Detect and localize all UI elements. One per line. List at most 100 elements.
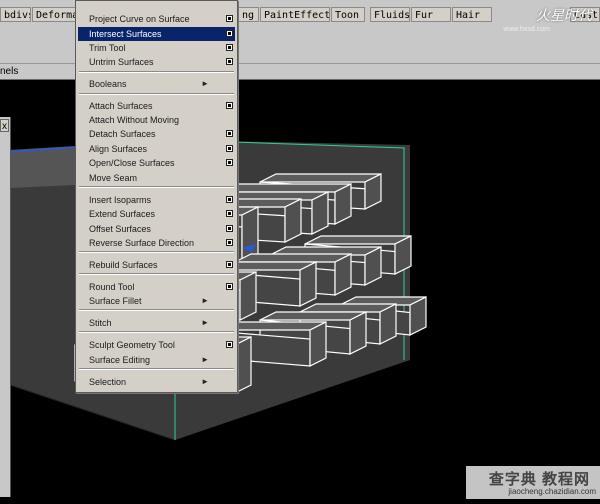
bar-end-face bbox=[239, 271, 257, 321]
bar-top-face bbox=[259, 173, 382, 183]
menu-item-detach-surfaces[interactable]: Detach Surfaces bbox=[78, 127, 235, 141]
menu-item-attach-surfaces[interactable]: Attach Surfaces bbox=[78, 99, 235, 113]
menu-item-label: Intersect Surfaces bbox=[89, 29, 162, 39]
menu-item-label: Open/Close Surfaces bbox=[89, 158, 175, 168]
menu-separator bbox=[79, 309, 234, 311]
shelf-tab-painteffects[interactable]: PaintEffects bbox=[260, 7, 330, 22]
option-box-icon[interactable] bbox=[226, 44, 233, 51]
option-box-icon[interactable] bbox=[226, 225, 233, 232]
option-box-icon[interactable] bbox=[226, 196, 233, 203]
menu-item-label: Attach Surfaces bbox=[89, 101, 153, 111]
menu-item-move-seam[interactable]: Move Seam bbox=[78, 171, 235, 185]
bar-end-face bbox=[299, 261, 317, 307]
menu-item-surface-editing[interactable]: Surface Editing ► bbox=[78, 353, 235, 367]
submenu-arrow-icon: ► bbox=[201, 377, 209, 386]
option-box-icon[interactable] bbox=[226, 15, 233, 22]
menu-item-sculpt-geometry-tool[interactable]: Sculpt Geometry Tool bbox=[78, 338, 235, 352]
menu-item-label: Trim Tool bbox=[89, 43, 126, 53]
watermark-logo: 火星时代 bbox=[536, 8, 592, 24]
panels-menu[interactable]: nels bbox=[0, 66, 18, 77]
menu-item-open-close-surfaces[interactable]: Open/Close Surfaces bbox=[78, 156, 235, 170]
menu-separator bbox=[79, 331, 234, 333]
menu-item-label: Round Tool bbox=[89, 282, 135, 292]
bar-end-face bbox=[349, 311, 367, 355]
shelf-tab-rendering[interactable]: ng bbox=[238, 7, 259, 22]
menu-item-label: Surface Fillet bbox=[89, 296, 142, 306]
menu-item-attach-without-moving[interactable]: Attach Without Moving bbox=[78, 113, 235, 127]
close-button[interactable]: x bbox=[0, 119, 9, 132]
shelf-tab-toon[interactable]: Toon bbox=[331, 7, 365, 22]
submenu-arrow-icon: ► bbox=[201, 296, 209, 305]
menu-item-label: Booleans bbox=[89, 79, 127, 89]
menu-item-offset-surfaces[interactable]: Offset Surfaces bbox=[78, 222, 235, 236]
menu-item-stitch[interactable]: Stitch ► bbox=[78, 316, 235, 330]
menu-separator bbox=[79, 186, 234, 188]
option-box-icon[interactable] bbox=[226, 30, 233, 37]
shelf-tab-hair[interactable]: Hair bbox=[452, 7, 492, 22]
shelf-tab-deformation[interactable]: Deformat bbox=[32, 7, 76, 22]
menu-separator bbox=[79, 273, 234, 275]
shelf-tab-subdivs[interactable]: bdivs bbox=[0, 7, 31, 22]
option-box-icon[interactable] bbox=[226, 341, 233, 348]
option-box-icon[interactable] bbox=[226, 239, 233, 246]
watermark-footer-url: jiaocheng.chazidian.com bbox=[508, 487, 596, 496]
menu-item-reverse-surface-direction[interactable]: Reverse Surface Direction bbox=[78, 236, 235, 250]
menu-item-round-tool[interactable]: Round Tool bbox=[78, 280, 235, 294]
option-box-icon[interactable] bbox=[226, 261, 233, 268]
watermark-url: www.hxsd.com bbox=[503, 26, 550, 33]
menu-item-extend-surfaces[interactable]: Extend Surfaces bbox=[78, 207, 235, 221]
shelf-tab-fur[interactable]: Fur bbox=[411, 7, 451, 22]
menu-separator bbox=[79, 71, 234, 73]
option-box-icon[interactable] bbox=[226, 283, 233, 290]
menu-item-surface-fillet[interactable]: Surface Fillet ► bbox=[78, 294, 235, 308]
menu-item-label: Insert Isoparms bbox=[89, 195, 152, 205]
menu-item-booleans[interactable]: Booleans ► bbox=[78, 77, 235, 91]
menu-item-label: Attach Without Moving bbox=[89, 115, 180, 125]
bar-end-face bbox=[284, 198, 302, 243]
bar-top-face bbox=[234, 253, 352, 263]
menu-item-label: Sculpt Geometry Tool bbox=[89, 340, 175, 350]
menu-item-label: Move Seam bbox=[89, 173, 138, 183]
menu-item-label: Project Curve on Surface bbox=[89, 14, 190, 24]
menu-item-label: Extend Surfaces bbox=[89, 209, 156, 219]
submenu-arrow-icon: ► bbox=[201, 355, 209, 364]
option-box-icon[interactable] bbox=[226, 58, 233, 65]
menu-item-intersect-surfaces[interactable]: Intersect Surfaces bbox=[78, 27, 235, 41]
bar-end-face bbox=[311, 191, 329, 235]
option-box-icon[interactable] bbox=[226, 159, 233, 166]
menu-item-label: Surface Editing bbox=[89, 355, 151, 365]
menu-item-label: Reverse Surface Direction bbox=[89, 238, 195, 248]
submenu-arrow-icon: ► bbox=[201, 318, 209, 327]
menu-item-selection[interactable]: Selection ► bbox=[78, 375, 235, 389]
menu-item-label: Detach Surfaces bbox=[89, 129, 156, 139]
option-box-icon[interactable] bbox=[226, 210, 233, 217]
option-box-icon[interactable] bbox=[226, 130, 233, 137]
option-box-icon[interactable] bbox=[226, 145, 233, 152]
menu-item-rebuild-surfaces[interactable]: Rebuild Surfaces bbox=[78, 258, 235, 272]
option-box-icon[interactable] bbox=[226, 102, 233, 109]
bar-top-face bbox=[304, 235, 412, 245]
watermark-footer: 查字典 教程网 jiaocheng.chazidian.com bbox=[466, 466, 600, 499]
bar-end-face bbox=[334, 253, 352, 296]
menu-item-trim-tool[interactable]: Trim Tool bbox=[78, 41, 235, 55]
submenu-arrow-icon: ► bbox=[201, 79, 209, 88]
menu-separator bbox=[79, 251, 234, 253]
shelf-tab-fluids[interactable]: Fluids bbox=[370, 7, 410, 22]
menu-item-insert-isoparms[interactable]: Insert Isoparms bbox=[78, 193, 235, 207]
menu-separator bbox=[79, 93, 234, 95]
bar-top-face bbox=[259, 311, 367, 321]
menu-item-label: Untrim Surfaces bbox=[89, 57, 154, 67]
menu-item-untrim-surfaces[interactable]: Untrim Surfaces bbox=[78, 55, 235, 69]
edit-nurbs-menu: Project Curve on Surface Intersect Surfac… bbox=[75, 0, 238, 393]
bar-end-face bbox=[309, 321, 327, 367]
menu-item-project-curve-on-surface[interactable]: Project Curve on Surface bbox=[78, 12, 235, 26]
menu-item-label: Align Surfaces bbox=[89, 144, 148, 154]
menu-item-align-surfaces[interactable]: Align Surfaces bbox=[78, 142, 235, 156]
menu-separator bbox=[79, 368, 234, 370]
side-panel-edge bbox=[0, 117, 11, 497]
menu-item-label: Selection bbox=[89, 377, 127, 387]
menu-item-label: Rebuild Surfaces bbox=[89, 260, 158, 270]
menu-item-label: Offset Surfaces bbox=[89, 224, 151, 234]
watermark-footer-title: 查字典 教程网 bbox=[488, 471, 590, 488]
menu-item-label: Stitch bbox=[89, 318, 112, 328]
